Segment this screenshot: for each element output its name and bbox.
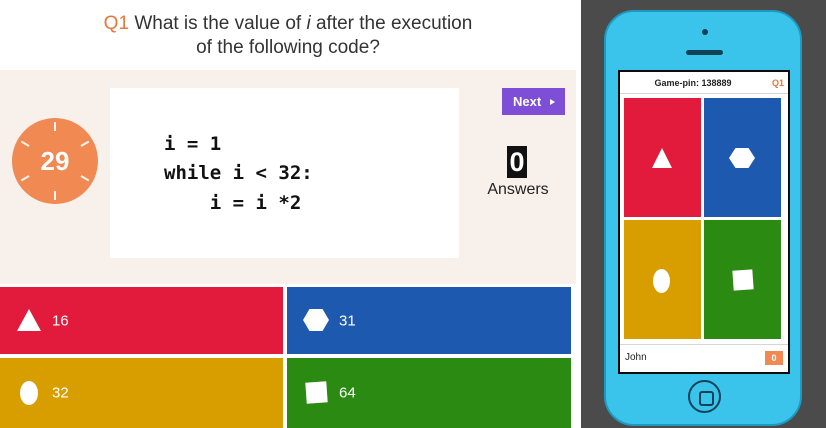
- player-name: John: [625, 352, 647, 363]
- home-button[interactable]: [688, 380, 721, 413]
- hexagon-icon: [729, 148, 755, 168]
- code-line: i = 1: [164, 133, 222, 155]
- code-line: i = i *2: [164, 192, 302, 214]
- timer-seconds: 29: [40, 146, 70, 176]
- hexagon-icon: [303, 309, 329, 331]
- answer-text: 31: [339, 312, 356, 329]
- circle-icon: [653, 269, 670, 293]
- answer-button-triangle[interactable]: [624, 98, 701, 217]
- answer-text: 32: [52, 384, 69, 402]
- square-icon: [305, 381, 328, 404]
- next-button-label: Next: [513, 94, 542, 109]
- answer-text: 64: [339, 384, 356, 402]
- question-text-pre: What is the value of: [134, 13, 302, 34]
- square-icon: [732, 269, 754, 291]
- caret-right-icon: [550, 99, 555, 105]
- countdown-timer: 29: [12, 118, 98, 204]
- game-pin: Game-pin: 138889: [654, 78, 732, 88]
- code-line: while i < 32:: [164, 162, 313, 184]
- phone-device: Game-pin: 138889 Q1 John 0: [604, 10, 802, 426]
- question-text-post: after the execution: [315, 13, 473, 34]
- phone-screen: Game-pin: 138889 Q1 John 0: [618, 70, 790, 374]
- speaker-icon: [686, 50, 723, 55]
- answer-button-circle[interactable]: [624, 220, 701, 339]
- code-panel: i = 1 while i < 32: i = i *2: [110, 88, 459, 258]
- answer-tile-red: 16: [0, 287, 283, 354]
- question-line-1: Q1 What is the value of i after the exec…: [0, 12, 576, 36]
- game-pin-header: Game-pin: 138889 Q1: [620, 72, 788, 94]
- triangle-icon: [17, 309, 41, 331]
- player-footer: John 0: [620, 344, 788, 372]
- answers-label: Answers: [487, 181, 549, 198]
- question-line-2: of the following code?: [196, 37, 380, 58]
- answer-count: 0: [507, 146, 527, 178]
- question-indicator: Q1: [771, 78, 784, 88]
- question-number: Q1: [103, 13, 130, 34]
- answer-tile-green: 64: [287, 358, 571, 428]
- answer-button-square[interactable]: [704, 220, 781, 339]
- answer-tile-yellow: 32: [0, 358, 283, 428]
- triangle-icon: [652, 148, 672, 168]
- question-header: Q1 What is the value of i after the exec…: [0, 0, 576, 70]
- host-screen: Q1 What is the value of i after the exec…: [0, 0, 576, 428]
- phone-preview-area: Game-pin: 138889 Q1 John 0: [581, 0, 826, 428]
- camera-icon: [702, 29, 708, 35]
- question-variable: i: [306, 13, 311, 34]
- answer-text: 16: [52, 312, 69, 329]
- player-score: 0: [765, 351, 783, 365]
- answer-button-hexagon[interactable]: [704, 98, 781, 217]
- circle-icon: [20, 381, 38, 405]
- next-button[interactable]: Next: [502, 88, 565, 115]
- answer-tile-blue: 31: [287, 287, 571, 354]
